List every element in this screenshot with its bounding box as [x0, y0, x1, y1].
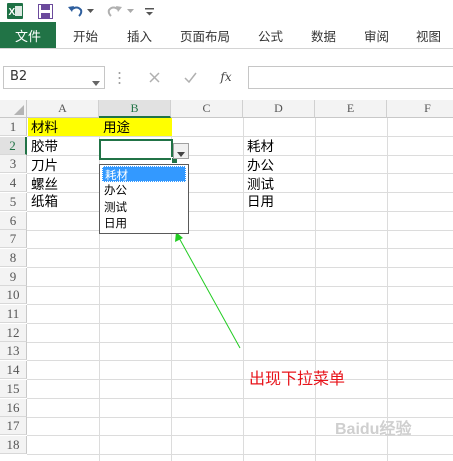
column-header-e[interactable]: E [315, 100, 387, 118]
row-header-7[interactable]: 7 [0, 230, 27, 248]
undo-icon[interactable] [66, 2, 84, 20]
worksheet-grid[interactable]: ABCDEF 1 2 3 4 5 6 7 8 9 10 11 12 13 14 15 16 17 18 材料 用途… [0, 100, 453, 461]
svg-text:X: X [9, 7, 16, 18]
ribbon-tabs: 文件 开始 插入 页面布局 公式 数据 审阅 视图 [0, 22, 453, 49]
row-header-8[interactable]: 8 [0, 249, 27, 267]
tab-page-layout[interactable]: 页面布局 [180, 22, 230, 48]
insert-function-icon[interactable]: fx [212, 67, 240, 87]
select-all-corner[interactable] [0, 100, 27, 118]
row-header-4[interactable]: 4 [0, 174, 27, 192]
cell-d3[interactable]: 办公 [244, 156, 316, 174]
row-header-13[interactable]: 13 [0, 342, 27, 360]
cell-d2[interactable]: 耗材 [244, 137, 316, 155]
undo-dropdown-icon[interactable] [85, 2, 95, 20]
excel-icon: X [6, 2, 24, 20]
tab-insert[interactable]: 插入 [127, 22, 152, 48]
validation-dropdown-button[interactable] [173, 143, 189, 159]
active-cell-b2[interactable] [99, 139, 173, 160]
row-header-16[interactable]: 16 [0, 399, 27, 417]
formula-bar-grip-icon [118, 70, 121, 89]
row-header-17[interactable]: 17 [0, 417, 27, 435]
annotation-arrow [175, 232, 241, 349]
enter-check-icon[interactable] [176, 67, 204, 87]
validation-dropdown-list: 耗材 办公 测试 日用 [99, 164, 189, 234]
column-header-a[interactable]: A [27, 100, 99, 118]
dropdown-option-ceshi[interactable]: 测试 [102, 199, 186, 215]
column-header-b[interactable]: B [99, 100, 171, 118]
row-header-18[interactable]: 18 [0, 436, 27, 454]
row-header-14[interactable]: 14 [0, 361, 27, 379]
name-box-value: B2 [10, 69, 28, 84]
row-header-3[interactable]: 3 [0, 155, 27, 173]
column-header-d[interactable]: D [243, 100, 315, 118]
redo-icon[interactable] [106, 2, 124, 20]
row-gridline [27, 211, 453, 212]
dropdown-arrow-icon [177, 142, 185, 161]
row-header-9[interactable]: 9 [0, 268, 27, 286]
quick-access-toolbar: X [0, 0, 453, 22]
tab-formulas[interactable]: 公式 [258, 22, 283, 48]
save-icon[interactable] [36, 2, 54, 20]
cell-a1[interactable]: 材料 [28, 118, 100, 136]
name-box-dropdown-icon[interactable] [92, 75, 100, 90]
row-gridline [27, 360, 453, 361]
tab-file[interactable]: 文件 [0, 22, 56, 48]
cell-a4[interactable]: 螺丝 [28, 175, 100, 193]
cancel-icon[interactable] [140, 67, 168, 87]
row-header-11[interactable]: 11 [0, 305, 27, 323]
customize-qat-icon[interactable] [142, 2, 156, 20]
row-header-1[interactable]: 1 [0, 118, 27, 136]
dropdown-option-riyong[interactable]: 日用 [102, 215, 186, 231]
cell-d5[interactable]: 日用 [244, 192, 316, 210]
cell-b1[interactable]: 用途 [100, 118, 172, 136]
row-header-2[interactable]: 2 [0, 137, 27, 155]
cell-a3[interactable]: 刀片 [28, 156, 100, 174]
formula-bar: B2 fx [0, 62, 453, 92]
row-gridline [27, 379, 453, 380]
cell-a5[interactable]: 纸箱 [28, 192, 100, 210]
cell-d4[interactable]: 测试 [244, 175, 316, 193]
tab-view[interactable]: 视图 [416, 22, 441, 48]
tab-home[interactable]: 开始 [73, 22, 98, 48]
row-header-6[interactable]: 6 [0, 212, 27, 230]
column-header-c[interactable]: C [171, 100, 243, 118]
dropdown-option-haocai[interactable]: 耗材 [102, 166, 186, 182]
column-gridline [387, 118, 388, 461]
row-header-12[interactable]: 12 [0, 324, 27, 342]
watermark-logo: Baidu经验 [335, 421, 412, 438]
dropdown-option-bangong[interactable]: 办公 [102, 182, 186, 198]
tab-review[interactable]: 审阅 [364, 22, 389, 48]
column-header-f[interactable]: F [387, 100, 453, 118]
row-header-15[interactable]: 15 [0, 380, 27, 398]
row-gridline [27, 398, 453, 399]
row-header-5[interactable]: 5 [0, 193, 27, 211]
name-box[interactable]: B2 [3, 66, 105, 89]
annotation-text: 出现下拉菜单 [249, 369, 346, 388]
cell-a2[interactable]: 胶带 [28, 137, 100, 155]
redo-dropdown-icon[interactable] [125, 2, 135, 20]
tab-data[interactable]: 数据 [311, 22, 336, 48]
row-header-10[interactable]: 10 [0, 286, 27, 304]
row-gridline [27, 454, 453, 455]
formula-input[interactable] [248, 66, 453, 89]
